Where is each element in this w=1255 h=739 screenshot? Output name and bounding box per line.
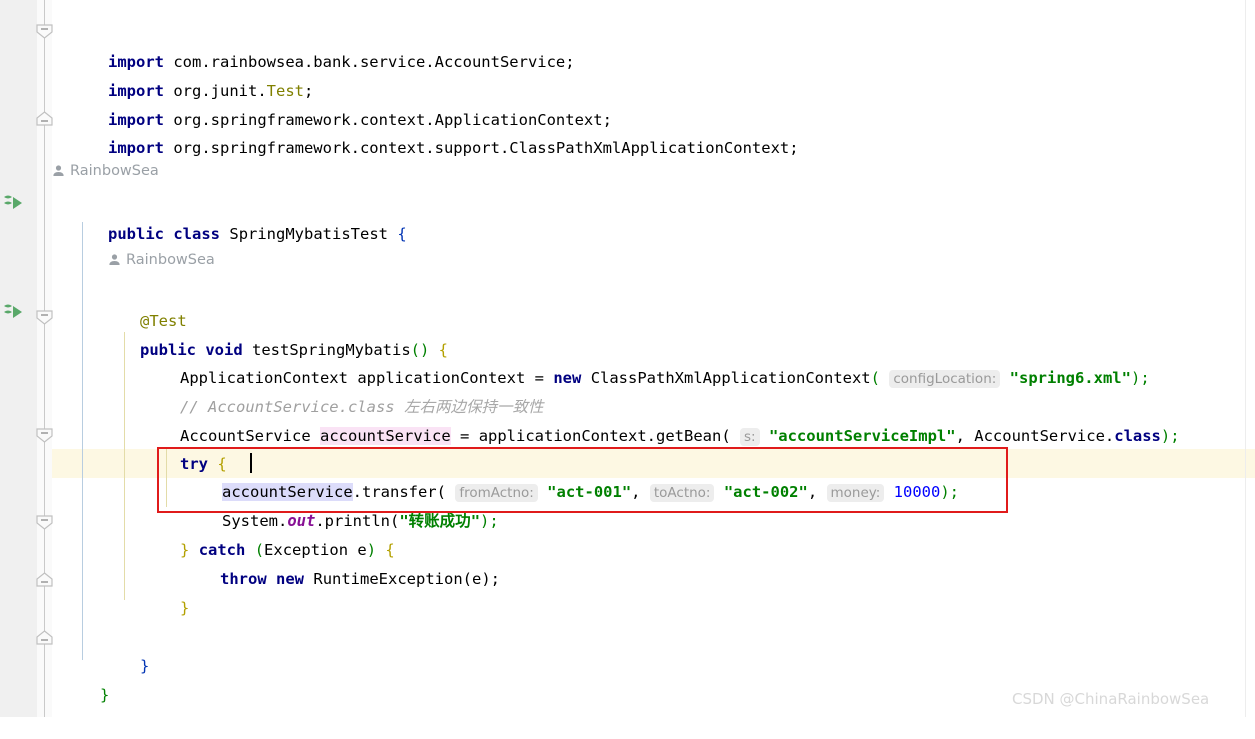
ctor-classpathxml: ClassPathXmlApplicationContext	[590, 369, 871, 387]
fold-catch-end[interactable]	[36, 572, 53, 587]
run-test-class-icon[interactable]	[2, 194, 24, 214]
class-name: SpringMybatisTest	[229, 225, 388, 243]
code-line-close-method[interactable]: }	[84, 623, 149, 675]
import-path-4: org.springframework.context.support.Clas…	[164, 139, 799, 157]
code-line-close-class[interactable]: }	[44, 652, 109, 704]
var-account-service-decl: accountService	[320, 427, 451, 445]
vcs-author-method: RainbowSea	[108, 252, 215, 270]
expr-runtime-exception: RuntimeException(e);	[313, 570, 500, 588]
keyword-import: import	[108, 139, 164, 157]
code-content[interactable]: import com.rainbowsea.bank.service.Accou…	[52, 0, 1255, 717]
code-line-import-3[interactable]: import org.springframework.context.Appli…	[52, 77, 612, 129]
ctor-close-paren: );	[1130, 369, 1150, 387]
keyword-class: class	[173, 225, 221, 243]
editor-gutter[interactable]	[0, 0, 37, 717]
brace-method-close: }	[140, 657, 150, 675]
fold-rail-line	[44, 0, 45, 717]
getbean-close-paren: );	[1160, 427, 1180, 445]
arg-accountservice-class-prefix: AccountService.	[974, 427, 1115, 445]
code-line-try[interactable]: try {	[124, 421, 227, 473]
param-hint-configlocation: configLocation:	[889, 370, 1001, 388]
fold-method-end[interactable]	[36, 630, 53, 645]
code-line-application-context[interactable]: ApplicationContext applicationContext = …	[124, 335, 1150, 388]
annotation-red-box	[157, 447, 1008, 513]
code-line-import-2[interactable]: import org.junit.Test;	[52, 48, 313, 100]
code-line-throw[interactable]: throw new RuntimeException(e);	[164, 536, 500, 588]
keyword-new: new	[276, 570, 305, 588]
vcs-author-name: RainbowSea	[126, 252, 215, 268]
fold-imports-end[interactable]	[36, 111, 53, 126]
code-line-import-1[interactable]: import com.rainbowsea.bank.service.Accou…	[52, 19, 575, 71]
keyword-new: new	[553, 369, 582, 387]
person-icon	[52, 164, 65, 181]
code-line-annotation-test[interactable]: @Test	[84, 278, 187, 330]
code-line-close-catch[interactable]: }	[124, 565, 189, 617]
watermark: CSDN @ChinaRainbowSea	[1012, 690, 1210, 708]
string-quote-close: "	[470, 512, 481, 530]
fold-catch[interactable]	[36, 515, 53, 530]
fold-method[interactable]	[36, 310, 53, 325]
fold-imports[interactable]	[36, 24, 53, 39]
assign-operator: =	[460, 427, 470, 445]
string-cjk-success: 转账成功	[408, 512, 471, 530]
code-line-method-decl[interactable]: public void testSpringMybatis() {	[84, 307, 448, 359]
code-line-import-4[interactable]: import org.springframework.context.suppo…	[52, 105, 799, 157]
fold-try[interactable]	[36, 428, 53, 443]
keyword-class-literal: class	[1114, 427, 1161, 445]
arg-separator: ,	[955, 427, 975, 445]
editor-scrollbar[interactable]	[1245, 0, 1246, 717]
code-line-comment[interactable]: // AccountService.class 左右两边保持一致性	[124, 364, 544, 416]
person-icon	[108, 253, 121, 270]
println-close-paren: );	[480, 512, 499, 530]
code-line-class-decl[interactable]: public class SpringMybatisTest {	[52, 191, 407, 243]
keyword-public: public	[108, 225, 164, 243]
keyword-throw: throw	[220, 570, 267, 588]
param-hint-s: s:	[740, 428, 760, 446]
brace-class-close: }	[100, 686, 110, 704]
brace-class-open: {	[397, 225, 407, 243]
call-getbean: applicationContext.getBean(	[478, 427, 731, 445]
code-editor[interactable]: import com.rainbowsea.bank.service.Accou…	[0, 0, 1255, 717]
vcs-author-name: RainbowSea	[70, 163, 159, 179]
vcs-author-class: RainbowSea	[52, 163, 159, 181]
string-accountserviceimpl: "accountServiceImpl"	[768, 427, 956, 445]
run-test-method-icon[interactable]	[2, 303, 24, 323]
string-spring6-xml: "spring6.xml"	[1009, 369, 1131, 387]
string-quote-open: "	[399, 512, 409, 530]
brace-catch-close: }	[180, 599, 190, 617]
code-line-getbean[interactable]: AccountService accountService = applicat…	[124, 393, 1180, 446]
